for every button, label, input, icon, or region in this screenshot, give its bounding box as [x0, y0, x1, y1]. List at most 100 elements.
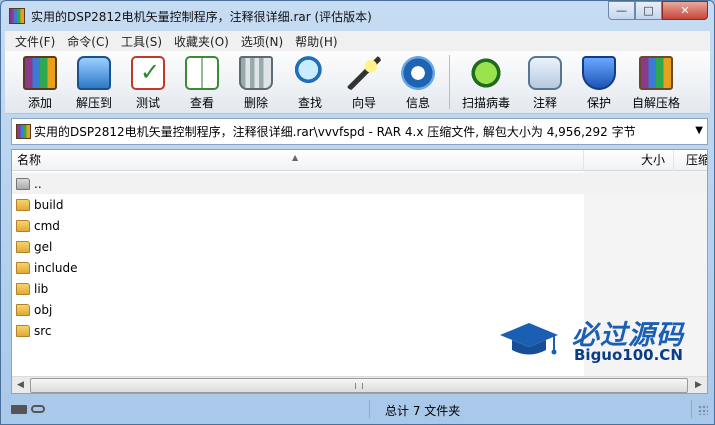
app-window: 实用的DSP2812电机矢量控制程序，注释很详细.rar (评估版本) — □ … — [0, 0, 715, 425]
scroll-grip-icon — [355, 383, 363, 389]
comment-button[interactable]: 注释 — [518, 51, 572, 111]
status-icons — [11, 402, 51, 416]
column-header-size[interactable]: 大小 — [584, 150, 674, 171]
menu-file[interactable]: 文件(F) — [9, 33, 61, 50]
status-separator — [369, 400, 370, 418]
info-label: 信息 — [405, 96, 430, 110]
file-name: cmd — [34, 218, 60, 233]
list-item[interactable]: gel — [12, 236, 584, 257]
magic-wand-icon — [347, 56, 381, 90]
file-name: gel — [34, 239, 53, 254]
sfx-label: 自解压格 — [631, 96, 680, 110]
maximize-button[interactable]: □ — [635, 1, 662, 20]
delete-button[interactable]: 删除 — [229, 51, 283, 111]
delete-label: 删除 — [243, 96, 268, 110]
folder-icon — [16, 240, 30, 253]
add-label: 添加 — [27, 96, 52, 110]
menu-help[interactable]: 帮助(H) — [289, 33, 343, 50]
status-separator — [691, 400, 692, 418]
shield-icon — [582, 56, 616, 90]
comment-label: 注释 — [532, 96, 557, 110]
folder-icon — [16, 219, 30, 232]
archive-path: 实用的DSP2812电机矢量控制程序，注释很详细.rar\vvvfspd - R… — [34, 125, 636, 139]
column-header-packed[interactable]: 压缩 — [674, 150, 707, 171]
file-name: .. — [34, 176, 42, 191]
add-archive-icon — [23, 56, 57, 90]
drive-icon[interactable] — [11, 404, 27, 414]
list-item[interactable]: include — [12, 257, 584, 278]
winrar-logo-icon — [9, 8, 25, 24]
toolbar: 添加 解压到 测试 查看 删除 查找 向导 信息 — [5, 51, 710, 114]
folder-icon — [16, 303, 30, 316]
window-controls: — □ ✕ — [608, 1, 708, 20]
comment-note-icon — [528, 56, 562, 90]
column-headers: 名称 ▲ 大小 压缩 — [12, 150, 707, 171]
virus-bug-icon — [469, 56, 503, 90]
folder-icon — [16, 198, 30, 211]
title-bar: 实用的DSP2812电机矢量控制程序，注释很详细.rar (评估版本) — □ … — [1, 1, 714, 31]
add-button[interactable]: 添加 — [13, 51, 67, 111]
menu-favorites[interactable]: 收藏夹(O) — [168, 33, 235, 50]
list-item[interactable]: cmd — [12, 215, 584, 236]
virus-scan-label: 扫描病毒 — [461, 96, 510, 110]
view-button[interactable]: 查看 — [175, 51, 229, 111]
menu-tools[interactable]: 工具(S) — [115, 33, 168, 50]
watermark-subtitle: Biguo100.CN — [574, 346, 683, 364]
watermark: 必过源码 Biguo100.CN — [498, 313, 698, 373]
horizontal-scrollbar[interactable]: ◀ ▶ — [12, 376, 707, 393]
scroll-left-icon[interactable]: ◀ — [12, 378, 29, 393]
find-label: 查找 — [297, 96, 322, 110]
status-bar: 总计 7 文件夹 — [5, 397, 710, 421]
key-icon[interactable] — [31, 405, 45, 413]
menu-bar: 文件(F) 命令(C) 工具(S) 收藏夹(O) 选项(N) 帮助(H) — [5, 31, 710, 51]
column-header-name[interactable]: 名称 ▲ — [12, 150, 584, 171]
address-dropdown-icon[interactable]: ▼ — [695, 125, 703, 136]
file-name: build — [34, 197, 64, 212]
close-button[interactable]: ✕ — [662, 1, 708, 20]
address-bar[interactable]: 实用的DSP2812电机矢量控制程序，注释很详细.rar\vvvfspd - R… — [11, 118, 708, 145]
parent-folder-icon — [16, 177, 30, 190]
find-button[interactable]: 查找 — [283, 51, 337, 111]
resize-grip-icon[interactable] — [698, 405, 708, 415]
view-book-icon — [185, 56, 219, 90]
info-icon — [401, 56, 435, 90]
folder-icon — [16, 324, 30, 337]
folder-icon — [16, 282, 30, 295]
list-item[interactable]: build — [12, 194, 584, 215]
virus-scan-button[interactable]: 扫描病毒 — [454, 51, 518, 111]
column-name-label: 名称 — [17, 153, 42, 167]
extract-folder-icon — [77, 56, 111, 90]
file-name: src — [34, 323, 52, 338]
status-summary: 总计 7 文件夹 — [385, 404, 461, 418]
extract-button[interactable]: 解压到 — [67, 51, 121, 111]
window-title: 实用的DSP2812电机矢量控制程序，注释很详细.rar (评估版本) — [31, 9, 372, 24]
extract-label: 解压到 — [75, 96, 112, 110]
folder-icon — [16, 261, 30, 274]
sort-ascending-icon: ▲ — [292, 153, 299, 162]
minimize-button[interactable]: — — [608, 1, 635, 20]
test-checklist-icon — [131, 56, 165, 90]
file-name: include — [34, 260, 78, 275]
wizard-button[interactable]: 向导 — [337, 51, 391, 111]
sfx-button[interactable]: 自解压格 — [626, 51, 686, 111]
test-button[interactable]: 测试 — [121, 51, 175, 111]
scroll-right-icon[interactable]: ▶ — [690, 378, 707, 393]
list-item-parent[interactable]: .. — [12, 173, 707, 194]
menu-options[interactable]: 选项(N) — [235, 33, 289, 50]
file-name: obj — [34, 302, 53, 317]
wizard-label: 向导 — [351, 96, 376, 110]
archive-icon — [16, 124, 31, 139]
graduation-cap-icon — [500, 323, 558, 355]
view-label: 查看 — [189, 96, 214, 110]
menu-commands[interactable]: 命令(C) — [61, 33, 115, 50]
info-button[interactable]: 信息 — [391, 51, 445, 111]
test-label: 测试 — [135, 96, 160, 110]
file-name: lib — [34, 281, 49, 296]
list-item[interactable]: lib — [12, 278, 584, 299]
scrollbar-thumb[interactable] — [30, 378, 688, 393]
magnifier-icon — [293, 56, 327, 90]
trash-can-icon — [239, 56, 273, 90]
toolbar-separator — [449, 55, 450, 109]
protect-button[interactable]: 保护 — [572, 51, 626, 111]
sfx-archive-icon — [639, 56, 673, 90]
